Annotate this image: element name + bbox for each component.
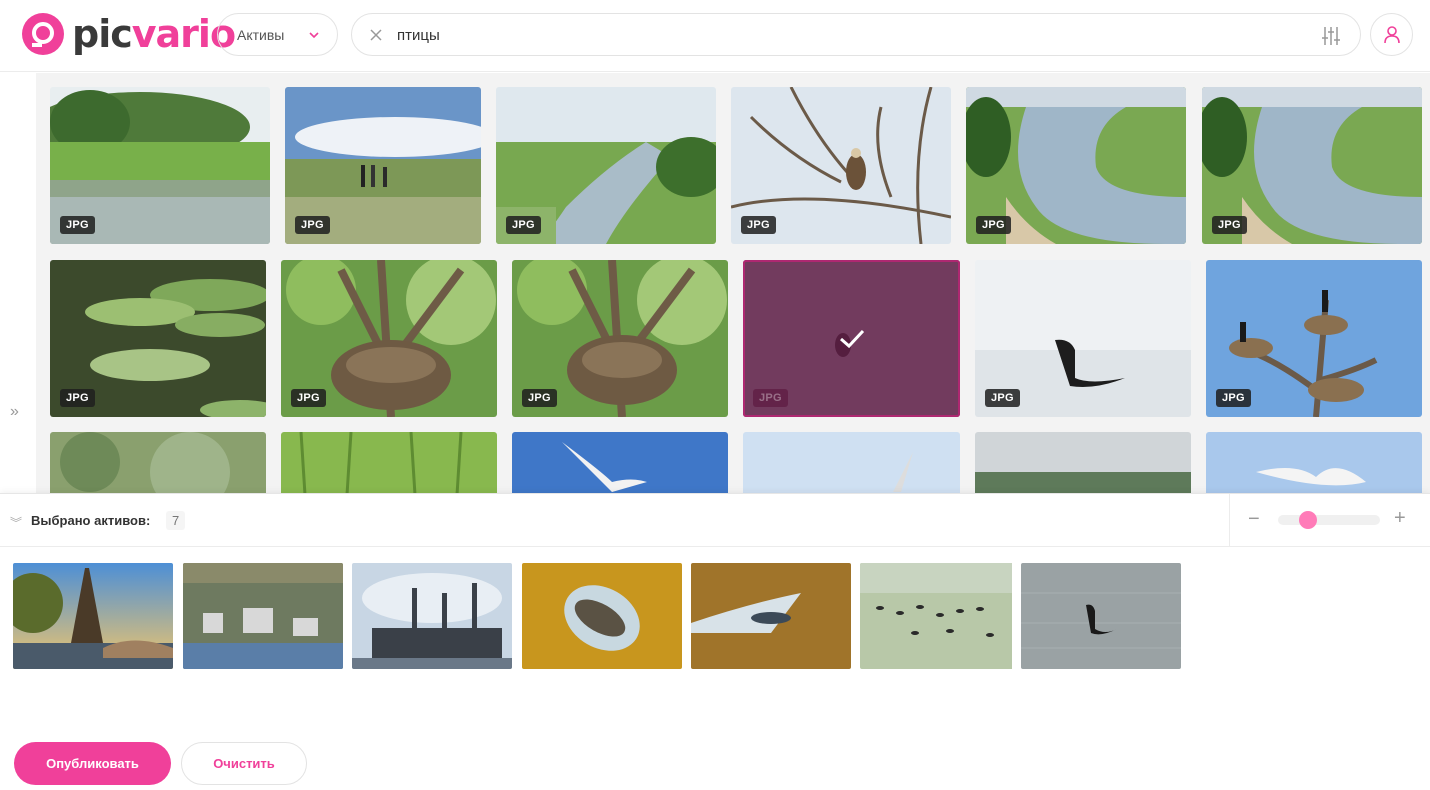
photo-sky-bird (743, 432, 960, 493)
selected-thumb[interactable] (1021, 563, 1181, 669)
file-type-badge: JPG (60, 216, 95, 234)
photo-gull-sky-light (1206, 432, 1422, 493)
selected-thumb[interactable] (522, 563, 682, 669)
photo-eiffel (13, 563, 173, 669)
zoom-slider-handle[interactable] (1299, 511, 1317, 529)
selected-thumb[interactable] (183, 563, 343, 669)
asset-thumb[interactable]: JPG (285, 87, 481, 244)
selected-thumb[interactable] (691, 563, 851, 669)
file-type-badge: JPG (60, 389, 95, 407)
asset-thumb[interactable]: JPG (496, 87, 716, 244)
asset-thumb[interactable]: JPG (1202, 87, 1422, 244)
file-type-badge: JPG (506, 216, 541, 234)
photo-satellite-yellow (522, 563, 682, 669)
asset-thumb[interactable]: JPG (966, 87, 1186, 244)
asset-thumb[interactable] (1206, 432, 1422, 493)
left-rail: » (0, 73, 36, 493)
chevron-down-icon (309, 32, 319, 39)
asset-thumb[interactable]: JPG (281, 260, 497, 417)
asset-thumb[interactable]: JPG (1206, 260, 1422, 417)
collapse-icon[interactable]: ︾ (10, 514, 22, 531)
zoom-control: − + (1229, 494, 1430, 547)
file-type-badge: JPG (976, 216, 1011, 234)
sliders-icon[interactable] (1320, 25, 1342, 47)
asset-thumb-selected[interactable]: JPG (743, 260, 960, 417)
selected-thumb[interactable] (352, 563, 512, 669)
file-type-badge: JPG (1216, 389, 1251, 407)
photo-cormorant (1021, 563, 1181, 669)
asset-thumb[interactable]: JPG (975, 260, 1191, 417)
selected-assets-count: 7 (166, 511, 186, 530)
file-type-badge: JPG (1212, 216, 1247, 234)
photo-satellite-brown (691, 563, 851, 669)
selection-panel-header: ︾ Выбрано активов: 7 − + (0, 494, 1430, 547)
top-bar: picvario Активы (0, 0, 1430, 72)
selected-thumb[interactable] (860, 563, 1020, 669)
selected-thumb[interactable] (13, 563, 173, 669)
asset-thumb[interactable] (743, 432, 960, 493)
photo-bushes (50, 432, 266, 493)
logo-text: picvario (72, 12, 236, 56)
user-button[interactable] (1370, 13, 1413, 56)
asset-type-label: Активы (237, 26, 285, 43)
asset-type-select[interactable]: Активы (217, 13, 338, 56)
file-type-badge: JPG (753, 389, 788, 407)
asset-thumb[interactable]: JPG (50, 87, 270, 244)
asset-thumb[interactable] (512, 432, 728, 493)
photo-factory (352, 563, 512, 669)
file-type-badge: JPG (295, 216, 330, 234)
photo-grass (281, 432, 497, 493)
zoom-in-button[interactable]: + (1394, 507, 1406, 530)
file-type-badge: JPG (985, 389, 1020, 407)
close-icon[interactable] (368, 27, 384, 43)
asset-thumb[interactable]: JPG (512, 260, 728, 417)
photo-town (183, 563, 343, 669)
checkmark-icon (839, 329, 864, 348)
user-icon (1383, 25, 1400, 43)
selection-panel: ︾ Выбрано активов: 7 − + Опубликовать Оч… (0, 493, 1430, 790)
expand-sidebar-icon[interactable]: » (10, 403, 19, 421)
file-type-badge: JPG (522, 389, 557, 407)
search-bar (351, 13, 1361, 56)
asset-grid: JPG JPG JPG JPG JPG JPG JPG JPG JPG JPG … (36, 73, 1430, 493)
logo[interactable]: picvario (22, 12, 236, 56)
asset-thumb[interactable] (50, 432, 266, 493)
zoom-out-button[interactable]: − (1248, 508, 1260, 531)
logo-icon (22, 13, 64, 55)
asset-thumb[interactable]: JPG (50, 260, 266, 417)
asset-thumb[interactable] (281, 432, 497, 493)
selected-assets-label: Выбрано активов: (31, 513, 151, 528)
file-type-badge: JPG (291, 389, 326, 407)
asset-thumb[interactable]: JPG (731, 87, 951, 244)
photo-shore-birds (975, 432, 1191, 493)
photo-geese (860, 563, 1012, 669)
search-input[interactable] (397, 24, 1277, 46)
photo-gull-sky (512, 432, 728, 493)
zoom-slider-track[interactable] (1278, 515, 1380, 525)
file-type-badge: JPG (741, 216, 776, 234)
clear-button[interactable]: Очистить (181, 742, 307, 785)
publish-button[interactable]: Опубликовать (14, 742, 171, 785)
asset-thumb[interactable] (975, 432, 1191, 493)
